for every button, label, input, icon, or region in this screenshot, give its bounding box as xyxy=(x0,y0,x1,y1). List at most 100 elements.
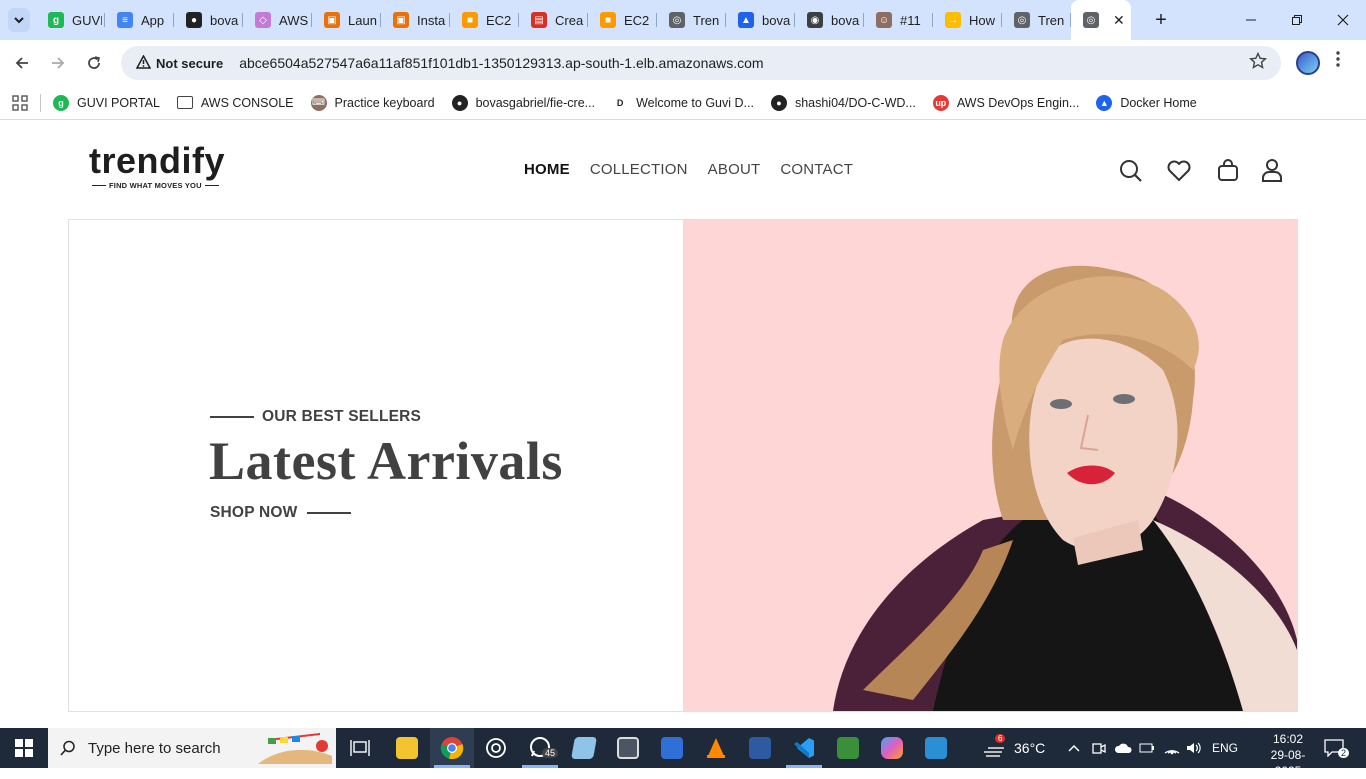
tray-onedrive[interactable] xyxy=(1114,728,1132,768)
logo-wordmark: trendify xyxy=(89,140,226,181)
taskbar-chatgpt[interactable] xyxy=(474,728,518,768)
notification-center-button[interactable]: 2 xyxy=(1324,728,1350,768)
tab-title: #11 xyxy=(900,12,921,28)
restore-button[interactable] xyxy=(1274,0,1320,40)
new-tab-button[interactable]: + xyxy=(1150,8,1172,32)
tray-volume[interactable] xyxy=(1186,728,1202,768)
bookmark-item[interactable]: D Welcome to Guvi D... xyxy=(612,94,754,111)
search-icon[interactable] xyxy=(1118,158,1144,184)
nav-contact[interactable]: CONTACT xyxy=(780,161,853,178)
bookmark-item[interactable]: ● shashi04/DO-C-WD... xyxy=(770,94,916,111)
hero-banner: OUR BEST SELLERS Latest Arrivals SHOP NO… xyxy=(68,219,1298,712)
taskbar-powershell[interactable] xyxy=(738,728,782,768)
browser-tab[interactable]: ● bova xyxy=(174,0,243,40)
bookmark-item[interactable]: ● bovasgabriel/fie-cre... xyxy=(451,94,595,111)
task-view-icon xyxy=(350,740,370,756)
bookmark-item[interactable]: ▲ Docker Home xyxy=(1096,94,1197,111)
tab-favicon-icon: ▣ xyxy=(324,12,340,28)
nav-home[interactable]: HOME xyxy=(524,161,570,178)
browser-tab[interactable]: ◎ Tren xyxy=(1002,0,1071,40)
tab-title: bova xyxy=(831,12,860,28)
hero-text-panel: OUR BEST SELLERS Latest Arrivals SHOP NO… xyxy=(69,220,683,711)
bookmark-item[interactable]: up AWS DevOps Engin... xyxy=(932,94,1079,111)
shop-now-link[interactable]: SHOP NOW xyxy=(210,504,352,522)
vlc-icon xyxy=(707,738,725,758)
taskbar-photos[interactable] xyxy=(914,728,958,768)
browser-tab[interactable]: ◉ bova xyxy=(795,0,864,40)
taskbar-chrome[interactable] xyxy=(430,728,474,768)
tray-battery[interactable] xyxy=(1139,728,1155,768)
browser-tab[interactable]: ▲ bova xyxy=(726,0,795,40)
taskbar-copilot[interactable] xyxy=(870,728,914,768)
bookmark-label: Welcome to Guvi D... xyxy=(636,95,754,110)
taskbar-whatsapp[interactable]: 45 xyxy=(518,728,562,768)
user-icon[interactable] xyxy=(1259,157,1285,183)
model-photo xyxy=(833,265,1297,711)
taskbar-vlc[interactable] xyxy=(694,728,738,768)
heart-icon[interactable] xyxy=(1166,158,1192,184)
taskbar-app-notepad[interactable] xyxy=(562,728,606,768)
browser-tab[interactable]: ◎ Tren xyxy=(657,0,726,40)
tray-clock[interactable]: 16:02 29-08-2025 xyxy=(1258,731,1318,779)
taskbar-excel-like[interactable] xyxy=(826,728,870,768)
browser-tab[interactable]: ■ EC2 xyxy=(588,0,657,40)
close-window-button[interactable] xyxy=(1320,0,1366,40)
folder-icon xyxy=(176,96,193,109)
bag-icon[interactable] xyxy=(1215,157,1241,183)
browser-tab[interactable]: ☺ #11 xyxy=(864,0,933,40)
nav-about[interactable]: ABOUT xyxy=(708,161,761,178)
browser-tab[interactable]: → How xyxy=(933,0,1002,40)
taskbar-search[interactable]: Type here to search xyxy=(48,728,336,768)
nav-collection[interactable]: COLLECTION xyxy=(590,161,688,178)
browser-tab[interactable]: ■ EC2 xyxy=(450,0,519,40)
tray-network[interactable] xyxy=(1163,728,1181,768)
browser-tab[interactable]: ▣ Insta xyxy=(381,0,450,40)
taskbar-app-snipping[interactable] xyxy=(606,728,650,768)
site-info-button[interactable]: Not secure xyxy=(130,50,231,76)
tray-language[interactable]: ENG xyxy=(1212,728,1238,768)
browser-tab[interactable]: ▤ Crea xyxy=(519,0,588,40)
start-button[interactable] xyxy=(0,728,48,768)
task-view-button[interactable] xyxy=(338,728,382,768)
bookmark-star-icon[interactable] xyxy=(1248,51,1268,75)
bookmarks-separator xyxy=(40,93,41,112)
browser-tab-active[interactable]: ◎ ✕ xyxy=(1071,0,1131,40)
weather-widget[interactable]: 6 36°C xyxy=(982,728,1045,768)
bookmark-label: Practice keyboard xyxy=(334,95,435,110)
windows-taskbar: Type here to search 45 6 36°C ENG 16:02 … xyxy=(0,728,1366,778)
taskbar-app-remote[interactable] xyxy=(650,728,694,768)
tab-favicon-icon: ☺ xyxy=(876,12,892,28)
taskbar-file-explorer[interactable] xyxy=(385,728,429,768)
chevron-up-icon xyxy=(1068,744,1080,752)
back-button[interactable] xyxy=(9,50,35,76)
chatgpt-icon xyxy=(486,738,506,758)
browser-tab[interactable]: ≡ App xyxy=(105,0,174,40)
taskbar-vscode[interactable] xyxy=(782,728,826,768)
close-tab-icon[interactable]: ✕ xyxy=(1113,12,1125,29)
tray-overflow-button[interactable] xyxy=(1068,728,1080,768)
tab-title: AWS xyxy=(279,12,309,28)
tab-search-button[interactable] xyxy=(8,8,30,32)
chrome-menu-button[interactable] xyxy=(1336,51,1340,72)
tab-title: How xyxy=(969,12,996,28)
minimize-button[interactable] xyxy=(1228,0,1274,40)
reload-icon xyxy=(88,56,100,69)
bookmark-item[interactable]: g GUVI PORTAL xyxy=(53,94,160,111)
url-text[interactable]: abce6504a527547a6a11af851f101db1-1350129… xyxy=(239,55,763,71)
address-bar[interactable]: Not secure abce6504a527547a6a11af851f101… xyxy=(121,46,1281,80)
browser-tab[interactable]: ▣ Laun xyxy=(312,0,381,40)
tab-favicon-icon: g xyxy=(48,12,64,28)
forward-button[interactable] xyxy=(45,50,71,76)
bookmark-item[interactable]: AWS CONSOLE xyxy=(176,96,294,110)
tray-meet-now[interactable] xyxy=(1092,728,1106,768)
tab-title: bova xyxy=(762,12,791,28)
reload-button[interactable] xyxy=(81,50,107,76)
browser-tab[interactable]: ◇ AWS xyxy=(243,0,312,40)
clock-date: 29-08-2025 xyxy=(1270,748,1306,778)
apps-button[interactable] xyxy=(0,94,40,111)
tab-favicon-icon: ▲ xyxy=(738,12,754,28)
profile-avatar[interactable] xyxy=(1296,51,1320,75)
bookmark-item[interactable]: ⌨ Practice keyboard xyxy=(310,94,435,111)
site-logo[interactable]: trendify FIND WHAT MOVES YOU xyxy=(89,140,229,191)
browser-tab[interactable]: g GUVI xyxy=(36,0,105,40)
